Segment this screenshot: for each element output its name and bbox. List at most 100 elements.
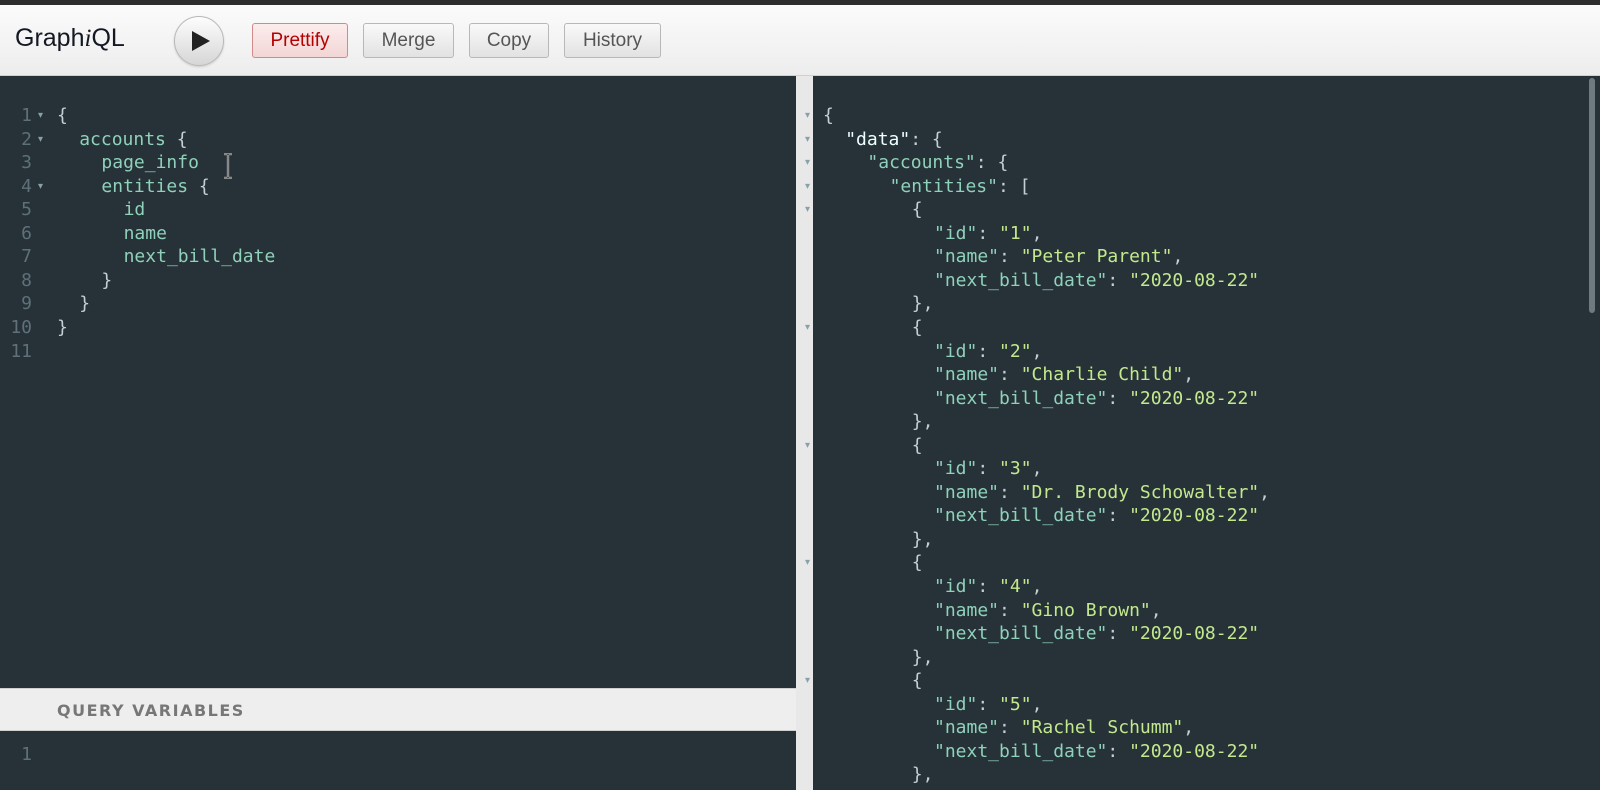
- code-token: id: [123, 199, 146, 221]
- code-token: :: [977, 576, 1000, 597]
- fold-toggle-icon[interactable]: ▾: [805, 434, 815, 458]
- text-cursor-icon: [224, 153, 232, 179]
- result-scrollbar-thumb[interactable]: [1589, 78, 1595, 313]
- code-line: {: [912, 198, 923, 222]
- line-number: 11: [10, 340, 32, 362]
- code-token: ,: [1031, 458, 1043, 480]
- code-token: :: [999, 246, 1021, 268]
- merge-button[interactable]: Merge: [363, 23, 454, 58]
- code-line: next_bill_date: [124, 245, 276, 269]
- code-token: "next_bill_date": [934, 269, 1108, 291]
- code-token: {: [57, 105, 68, 126]
- code-token: :: [977, 458, 1000, 480]
- code-line: "id": "5",: [934, 693, 1042, 717]
- fold-toggle-icon[interactable]: ▾: [805, 198, 815, 222]
- code-token: ,: [1183, 364, 1195, 386]
- execute-query-button[interactable]: [174, 16, 224, 66]
- code-token: :: [1107, 740, 1130, 762]
- code-token: next_bill_date: [123, 246, 276, 268]
- code-line: name: [124, 222, 167, 246]
- code-token: "id": [934, 222, 978, 244]
- app-title: GraphiQL: [15, 24, 125, 52]
- query-variables-editor[interactable]: 1: [0, 731, 796, 790]
- copy-button[interactable]: Copy: [469, 23, 549, 58]
- code-line: "next_bill_date": "2020-08-22": [934, 504, 1259, 528]
- code-token: :: [999, 481, 1021, 503]
- code-line: "id": "1",: [934, 222, 1042, 246]
- code-token: "2020-08-22": [1129, 269, 1260, 291]
- line-number: 3: [21, 152, 32, 174]
- code-line: "accounts": {: [867, 151, 1008, 175]
- code-token: "2020-08-22": [1129, 740, 1260, 762]
- prettify-button[interactable]: Prettify: [252, 23, 348, 58]
- code-token: :: [999, 599, 1021, 621]
- code-token: :: [1107, 387, 1130, 409]
- line-number: 4: [21, 175, 32, 197]
- code-token: : {: [975, 152, 1009, 174]
- code-line: page_info: [101, 151, 199, 175]
- code-token: "4": [999, 576, 1032, 597]
- code-line: "name": "Dr. Brody Schowalter",: [934, 481, 1270, 505]
- code-line: "next_bill_date": "2020-08-22": [934, 622, 1259, 646]
- history-button[interactable]: History: [564, 23, 661, 58]
- code-token: :: [999, 364, 1021, 386]
- code-token: accounts: [79, 128, 166, 150]
- code-token: },: [911, 646, 934, 668]
- code-token: ,: [1172, 246, 1184, 268]
- code-token: "entities": [889, 175, 998, 197]
- toolbar: GraphiQL Prettify Merge Copy History: [0, 5, 1600, 76]
- code-token: "id": [934, 340, 978, 362]
- fold-toggle-icon[interactable]: ▾: [38, 128, 48, 152]
- code-token: {: [911, 552, 923, 574]
- line-number: 10: [10, 316, 32, 338]
- code-token: :: [977, 222, 1000, 244]
- code-token: "next_bill_date": [934, 740, 1108, 762]
- code-token: "3": [999, 458, 1032, 480]
- code-token: "2020-08-22": [1129, 623, 1260, 645]
- code-line: "name": "Gino Brown",: [934, 599, 1162, 623]
- query-variables-title: QUERY VARIABLES: [57, 701, 245, 720]
- code-token: }: [101, 269, 113, 291]
- code-line: "next_bill_date": "2020-08-22": [934, 740, 1259, 764]
- code-token: :: [999, 717, 1021, 739]
- code-token: "Charlie Child": [1020, 364, 1184, 386]
- play-icon: [191, 31, 210, 51]
- line-number: 1: [21, 744, 32, 765]
- code-token: },: [911, 528, 934, 550]
- code-token: "1": [999, 222, 1032, 244]
- fold-toggle-icon[interactable]: ▾: [805, 175, 815, 199]
- code-token: "id": [934, 458, 978, 480]
- fold-toggle-icon[interactable]: ▾: [805, 128, 815, 152]
- code-token: ,: [1031, 576, 1043, 597]
- code-line: {: [912, 551, 923, 575]
- fold-toggle-icon[interactable]: ▾: [805, 151, 815, 175]
- code-token: ,: [1183, 717, 1195, 739]
- fold-toggle-icon[interactable]: ▾: [38, 104, 48, 128]
- code-token: "name": [934, 717, 1000, 739]
- code-token: "Dr. Brody Schowalter": [1020, 481, 1260, 503]
- fold-toggle-icon[interactable]: ▾: [805, 551, 815, 575]
- fold-toggle-icon[interactable]: ▾: [805, 104, 815, 128]
- code-token: "data": [845, 128, 911, 150]
- code-token: "name": [934, 246, 1000, 268]
- code-token: }: [79, 293, 91, 315]
- code-token: "2": [999, 340, 1032, 362]
- fold-toggle-icon[interactable]: ▾: [805, 316, 815, 340]
- line-number: 9: [21, 293, 32, 315]
- code-token: :: [1107, 269, 1130, 291]
- code-token: "next_bill_date": [934, 623, 1108, 645]
- query-variables-header[interactable]: QUERY VARIABLES: [0, 688, 796, 731]
- code-line: "next_bill_date": "2020-08-22": [934, 269, 1259, 293]
- code-token: "Gino Brown": [1020, 599, 1151, 621]
- line-number: 5: [21, 199, 32, 221]
- fold-toggle-icon[interactable]: ▾: [805, 669, 815, 693]
- code-token: "next_bill_date": [934, 387, 1108, 409]
- code-token: {: [911, 434, 923, 456]
- result-scrollbar[interactable]: [1585, 76, 1600, 790]
- code-line: "entities": [: [890, 175, 1031, 199]
- code-token: "Peter Parent": [1020, 246, 1173, 268]
- fold-toggle-icon[interactable]: ▾: [38, 175, 48, 199]
- query-editor[interactable]: 1 ▾{2 ▾ accounts {3 page_info 4 ▾ entities {5 id…: [0, 76, 796, 688]
- result-viewer: ▾{▾ "data": {▾ "accounts": {▾ "entities": […: [805, 76, 1585, 790]
- line-number: 7: [21, 246, 32, 268]
